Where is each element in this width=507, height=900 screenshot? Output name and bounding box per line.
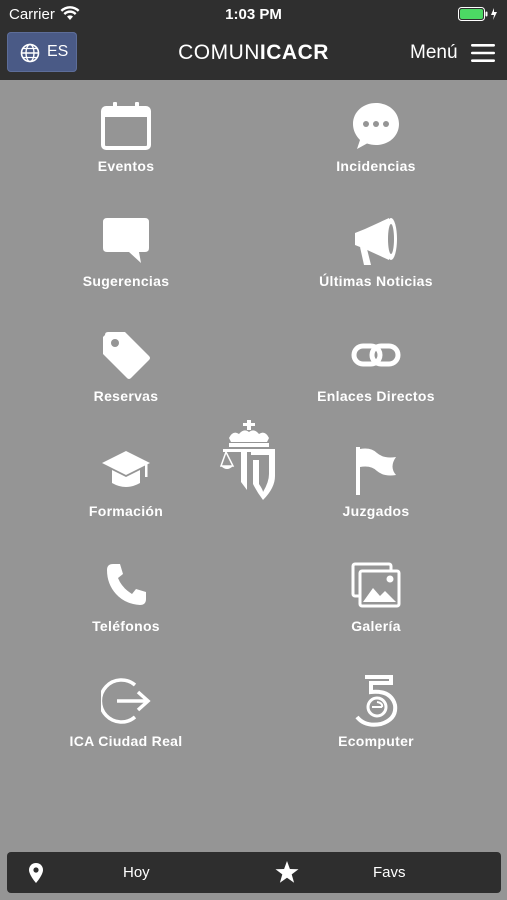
tile-label: Incidencias (336, 158, 416, 174)
tile-reservas[interactable]: Reservas (26, 330, 226, 440)
phone-icon (107, 564, 146, 605)
message-icon (103, 218, 149, 263)
clock: 1:03 PM (225, 6, 282, 23)
tile-label: Ecomputer (338, 733, 414, 749)
tag-icon (103, 332, 150, 379)
app-title-bold: ICACR (259, 41, 329, 64)
gallery-icon (351, 562, 401, 608)
tile-incidencias[interactable]: Incidencias (276, 100, 476, 210)
tile-label: Enlaces Directos (317, 388, 435, 404)
chat-bubble-icon (353, 103, 399, 149)
navigation-bar: ES COMUNICACR Menú (0, 28, 507, 80)
star-icon[interactable] (275, 861, 299, 884)
ecomputer-logo-icon (355, 675, 398, 727)
tile-formacion[interactable]: Formación (26, 445, 226, 555)
battery-icon (458, 7, 497, 21)
bar-association-crest-icon (219, 420, 275, 500)
tile-label: Reservas (93, 388, 159, 404)
app-title-light: COMUN (178, 41, 260, 64)
tile-label: Últimas Noticias (319, 273, 433, 289)
tile-enlaces-directos[interactable]: Enlaces Directos (276, 330, 476, 440)
tile-sugerencias[interactable]: Sugerencias (26, 215, 226, 325)
hamburger-menu-icon[interactable] (471, 43, 495, 63)
tile-label: Galería (351, 618, 401, 634)
tile-ultimas-noticias[interactable]: Últimas Noticias (276, 215, 476, 325)
location-pin-icon[interactable] (29, 863, 43, 883)
bottom-tab-bar: Hoy Favs (7, 852, 501, 893)
tile-label: Teléfonos (92, 618, 160, 634)
tab-hoy[interactable]: Hoy (123, 864, 150, 881)
menu-label[interactable]: Menú (410, 42, 458, 64)
tile-eventos[interactable]: Eventos (26, 100, 226, 210)
flag-icon (356, 447, 396, 495)
tile-ica-ciudad-real[interactable]: ICA Ciudad Real (26, 675, 226, 785)
calendar-icon (101, 102, 151, 150)
tile-label: Formación (88, 503, 164, 519)
tile-label: ICA Ciudad Real (69, 733, 183, 749)
tile-label: Juzgados (342, 503, 410, 519)
link-icon (351, 343, 401, 367)
tile-ecomputer[interactable]: Ecomputer (276, 675, 476, 785)
tile-galeria[interactable]: Galería (276, 560, 476, 670)
megaphone-icon (355, 218, 397, 265)
status-bar: Carrier 1:03 PM (0, 0, 507, 28)
tile-telefonos[interactable]: Teléfonos (26, 560, 226, 670)
tile-label: Sugerencias (82, 273, 170, 289)
tab-favs[interactable]: Favs (373, 864, 406, 881)
tile-label: Eventos (97, 158, 155, 174)
exit-arrow-icon (101, 678, 151, 724)
graduation-cap-icon (102, 451, 150, 487)
tile-juzgados[interactable]: Juzgados (276, 445, 476, 555)
